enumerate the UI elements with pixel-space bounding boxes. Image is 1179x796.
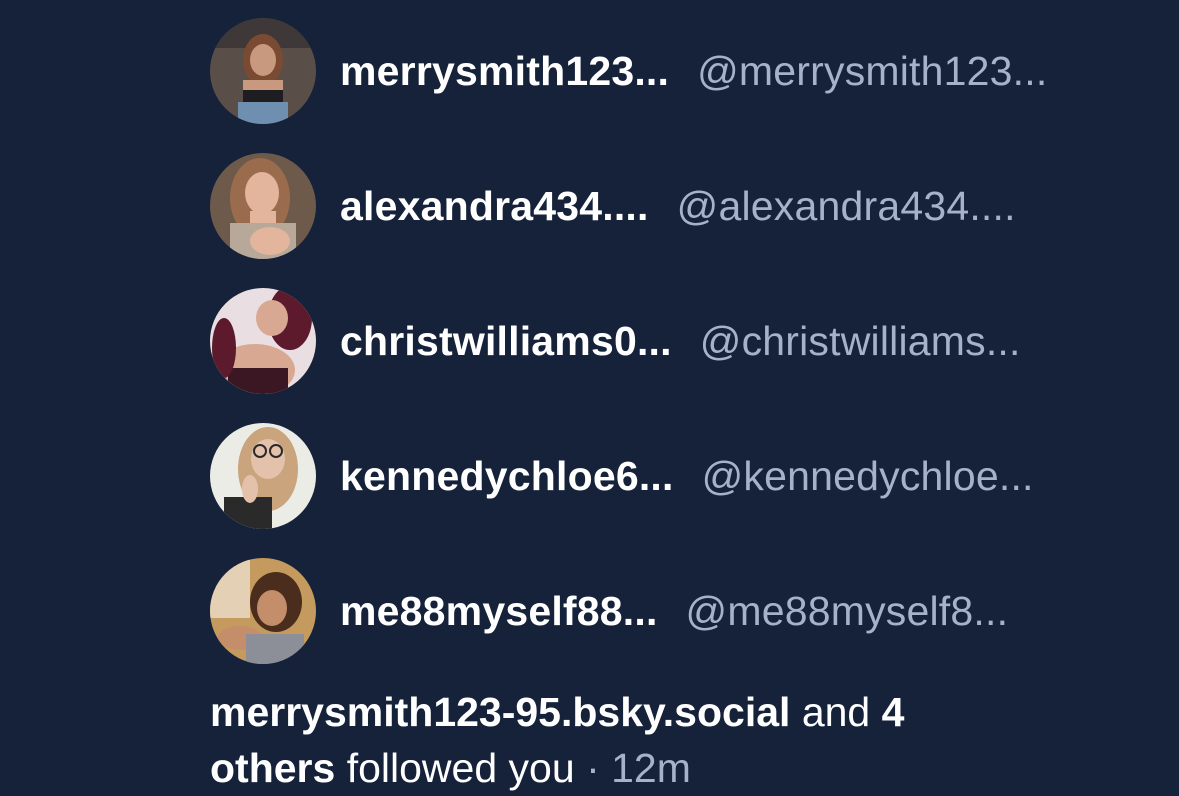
follower-handle[interactable]: @merrysmith123... (697, 48, 1047, 95)
avatar[interactable] (210, 558, 316, 664)
follower-row[interactable]: merrysmith123... @merrysmith123... (210, 18, 1170, 124)
summary-others-link[interactable]: others (210, 745, 335, 791)
avatar-photo (210, 558, 316, 664)
follower-row[interactable]: christwilliams0... @christwilliams... (210, 288, 1170, 394)
avatar[interactable] (210, 423, 316, 529)
follower-display-name[interactable]: kennedychloe6... (340, 453, 674, 500)
follower-handle[interactable]: @me88myself8... (686, 588, 1009, 635)
follower-display-name[interactable]: merrysmith123... (340, 48, 669, 95)
follower-display-name[interactable]: christwilliams0... (340, 318, 672, 365)
avatar[interactable] (210, 153, 316, 259)
follower-row[interactable]: me88myself88... @me88myself8... (210, 558, 1170, 664)
avatar[interactable] (210, 288, 316, 394)
lead-handle-link[interactable]: merrysmith123-95.bsky.social (210, 689, 790, 735)
follow-notification-summary[interactable]: merrysmith123-95.bsky.social and 4 others… (210, 684, 1110, 796)
avatar[interactable] (210, 18, 316, 124)
summary-action: followed you (346, 745, 575, 791)
avatar-photo (210, 423, 316, 529)
follower-handle[interactable]: @alexandra434.... (677, 183, 1016, 230)
summary-separator: · (586, 745, 600, 791)
follower-handle[interactable]: @kennedychloe... (702, 453, 1034, 500)
follower-display-name[interactable]: alexandra434.... (340, 183, 649, 230)
follower-row[interactable]: alexandra434.... @alexandra434.... (210, 153, 1170, 259)
avatar-photo (210, 18, 316, 124)
avatar-photo (210, 288, 316, 394)
summary-connector: and (801, 689, 871, 735)
summary-timestamp: 12m (611, 745, 691, 791)
avatar-photo (210, 153, 316, 259)
follower-row[interactable]: kennedychloe6... @kennedychloe... (210, 423, 1170, 529)
follower-handle[interactable]: @christwilliams... (700, 318, 1021, 365)
follower-display-name[interactable]: me88myself88... (340, 588, 658, 635)
summary-count: 4 (881, 689, 905, 735)
